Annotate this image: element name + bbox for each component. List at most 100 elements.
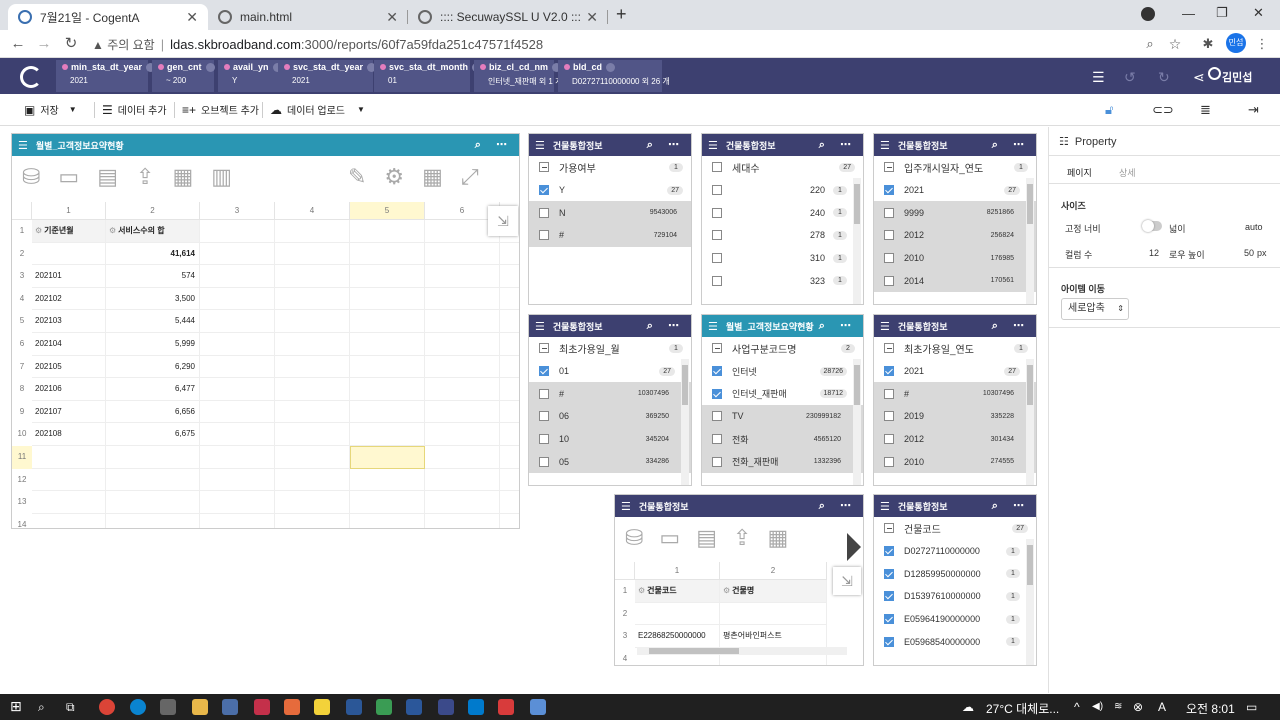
- grid-cell[interactable]: [500, 401, 519, 424]
- grid-cell[interactable]: [275, 265, 350, 288]
- field-header-row[interactable]: 사업구분코드명 2: [702, 337, 863, 360]
- grid-cell[interactable]: 574: [106, 265, 200, 288]
- item-checkbox[interactable]: [884, 388, 894, 399]
- panel-tools[interactable]: ⌕ ⋯: [647, 138, 685, 152]
- scrollbar-thumb[interactable]: [649, 648, 739, 654]
- list-item[interactable]: #10307496: [874, 382, 1036, 406]
- grid-cell[interactable]: [500, 288, 519, 311]
- item-checkbox[interactable]: [712, 253, 722, 264]
- grid-cell[interactable]: [200, 400, 275, 424]
- filter-list-icon[interactable]: ☰: [1092, 69, 1105, 86]
- grid-cell[interactable]: [635, 602, 720, 625]
- scrollbar-thumb[interactable]: [1027, 184, 1033, 224]
- tray-chevron-icon[interactable]: ^: [1074, 700, 1080, 714]
- item-checkbox[interactable]: [539, 434, 549, 445]
- grid-cell[interactable]: [200, 446, 275, 469]
- list-item[interactable]: 278 1: [702, 224, 863, 247]
- tab-close-icon[interactable]: ✕: [186, 9, 198, 26]
- list-item[interactable]: 10 345204: [529, 427, 691, 451]
- item-checkbox[interactable]: [539, 366, 549, 377]
- tab-close-icon[interactable]: ✕: [386, 9, 398, 26]
- select-all-checkbox[interactable]: [712, 162, 722, 173]
- collapse-corner-icon[interactable]: ⇲: [488, 206, 518, 236]
- security-warning[interactable]: ▲ 주의 요함: [92, 36, 155, 53]
- list-item[interactable]: 323 1: [702, 269, 863, 292]
- grid-cell[interactable]: [275, 423, 350, 446]
- grid-cell[interactable]: [500, 333, 519, 356]
- grid-cell[interactable]: [200, 355, 275, 379]
- grid-cell[interactable]: [200, 333, 275, 356]
- list-item[interactable]: 전화_재판매 1332396: [702, 450, 863, 474]
- grid-cell[interactable]: [200, 242, 275, 266]
- filter-chip[interactable]: min_sta_dt_year 2021: [56, 60, 156, 92]
- item-checkbox[interactable]: [884, 275, 894, 286]
- grid-cell[interactable]: [720, 602, 827, 625]
- grid-cell[interactable]: [32, 491, 106, 514]
- item-checkbox[interactable]: [712, 388, 722, 399]
- tab-secuway[interactable]: :::: SecuwaySSL U V2.0 :::: ✕: [408, 4, 608, 30]
- filter-lines-icon[interactable]: ☰: [621, 500, 631, 513]
- user-icon[interactable]: [1208, 67, 1221, 80]
- item-checkbox[interactable]: [712, 230, 722, 241]
- list-item[interactable]: 2019 335228: [874, 405, 1036, 428]
- grid-cell[interactable]: [350, 310, 425, 333]
- grid-cell[interactable]: [275, 468, 350, 492]
- grid-cell[interactable]: 202101: [32, 265, 106, 288]
- panel-tools[interactable]: ⌕ ⋯: [647, 319, 685, 333]
- grid-cell[interactable]: [32, 446, 106, 469]
- field-header-row[interactable]: 최초가용일_연도 1: [874, 337, 1036, 360]
- row-number[interactable]: 2: [615, 603, 635, 626]
- tab-close-icon[interactable]: ✕: [586, 9, 598, 26]
- grid-cell[interactable]: 6,675: [106, 423, 200, 446]
- grid-cell[interactable]: 202103: [32, 310, 106, 333]
- row-number[interactable]: 9: [12, 401, 32, 424]
- filter-lines-icon[interactable]: ☰: [535, 320, 545, 333]
- grid-cell[interactable]: [106, 491, 200, 514]
- field-header-row[interactable]: 건물코드 27: [874, 517, 1036, 540]
- column-header[interactable]: 1: [635, 562, 720, 580]
- cogenta-logo-icon[interactable]: [20, 66, 42, 88]
- grid-cell[interactable]: [200, 423, 275, 446]
- filter-chip[interactable]: gen_cnt ~ 200: [152, 60, 215, 92]
- list-item[interactable]: 06 369250: [529, 405, 691, 428]
- grid-cell[interactable]: [500, 491, 519, 514]
- select-all-checkbox[interactable]: [884, 523, 894, 534]
- grid-cell[interactable]: [275, 491, 350, 514]
- grid-cell[interactable]: 202108: [32, 423, 106, 446]
- grid-cell[interactable]: 6,477: [106, 378, 200, 401]
- grid-cell[interactable]: [350, 446, 425, 469]
- file-explorer-icon[interactable]: [192, 699, 208, 715]
- column-count-value[interactable]: 12: [1149, 248, 1159, 258]
- filter-lines-icon[interactable]: ☰: [535, 139, 545, 152]
- remove-filter-icon[interactable]: [205, 62, 215, 72]
- grid-cell[interactable]: [200, 513, 275, 528]
- item-checkbox[interactable]: [884, 411, 894, 422]
- panel-tools[interactable]: ⌕ ⋯: [475, 138, 513, 152]
- grid-cell[interactable]: ⚙ 건물코드: [635, 580, 720, 603]
- grid-cell[interactable]: 202107: [32, 400, 106, 424]
- grid-cell[interactable]: [32, 513, 106, 528]
- grid-cell[interactable]: [275, 378, 350, 401]
- app-icon[interactable]: [376, 699, 392, 715]
- scrollbar[interactable]: [681, 359, 689, 485]
- row-number[interactable]: 3: [615, 625, 635, 648]
- scrollbar-thumb[interactable]: [1027, 365, 1033, 405]
- close-circle-icon[interactable]: ⊗: [1133, 700, 1143, 714]
- filter-chip[interactable]: biz_cl_cd_nm 인터넷_재판매 외 1 개: [474, 60, 562, 92]
- save-button[interactable]: ▣ 저장 ▼: [24, 102, 77, 118]
- grid-cell[interactable]: 202104: [32, 333, 106, 356]
- filter-lines-icon[interactable]: ☰: [18, 139, 28, 152]
- width-value[interactable]: auto: [1245, 222, 1263, 232]
- select-all-checkbox[interactable]: [884, 343, 894, 354]
- profile-avatar[interactable]: 민섭: [1226, 33, 1246, 53]
- app-icon[interactable]: [530, 699, 546, 715]
- filter-chip[interactable]: bld_cd D02727110000000 외 26 개: [558, 60, 670, 92]
- grid-cell[interactable]: [425, 468, 500, 492]
- grid-tool-icons[interactable]: ⛁▭▤⇪▦: [625, 525, 804, 551]
- scrollbar-thumb[interactable]: [854, 184, 860, 224]
- scrollbar[interactable]: [1026, 359, 1034, 485]
- select-all-checkbox[interactable]: [884, 162, 894, 173]
- grid-cell[interactable]: [425, 423, 500, 446]
- panel-tools[interactable]: ⌕ ⋯: [992, 499, 1030, 513]
- item-checkbox[interactable]: [539, 230, 549, 241]
